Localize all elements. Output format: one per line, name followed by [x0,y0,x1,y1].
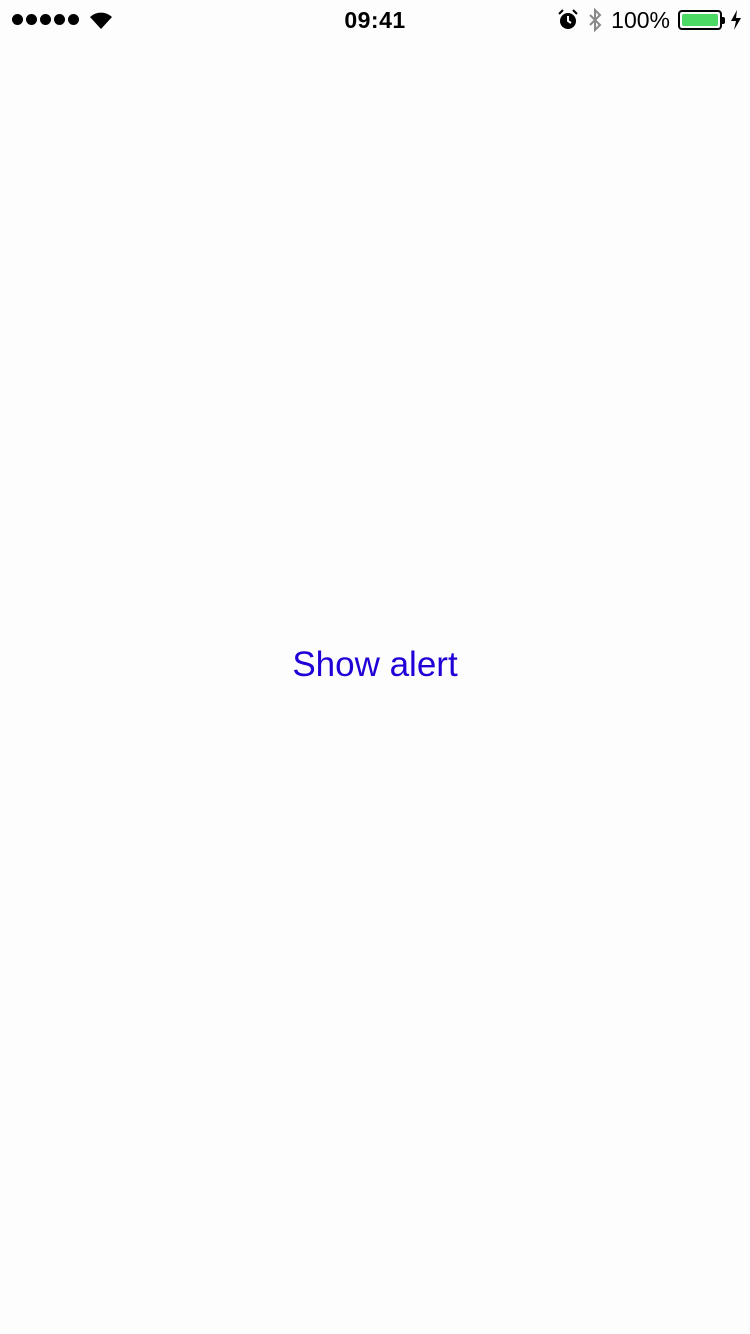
status-bar: 09:41 100% [0,0,750,40]
battery-percent: 100% [611,6,670,33]
charging-bolt-icon [731,10,741,30]
app-screen: 09:41 100% Show alert [0,0,750,1334]
alarm-icon [558,9,578,29]
battery-icon [678,10,725,30]
status-right-cluster: 100% [557,6,742,34]
show-alert-button[interactable]: Show alert [0,645,750,685]
battery-fill [682,14,718,26]
bluetooth-icon [589,8,602,32]
